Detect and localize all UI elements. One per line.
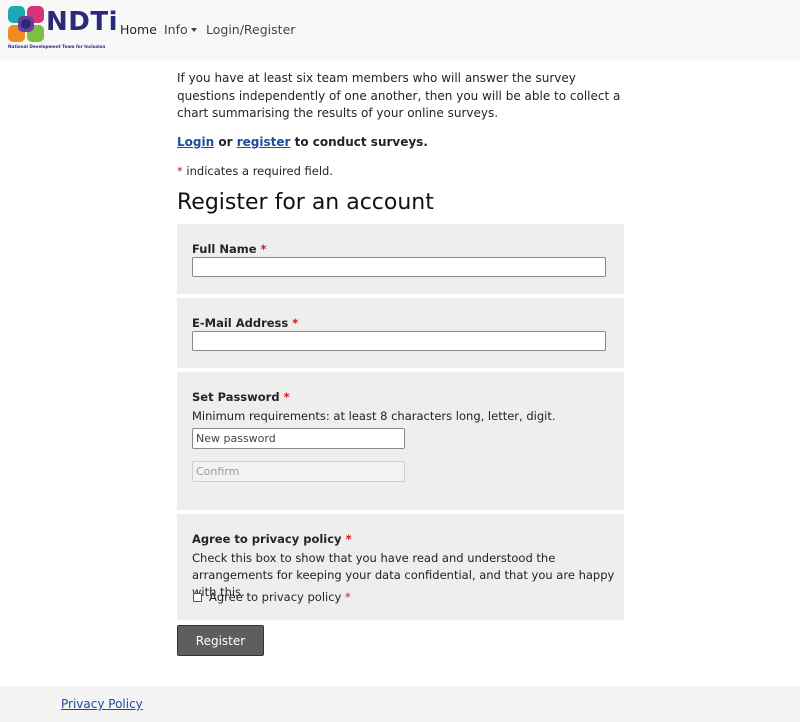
nav-info-dropdown[interactable]: Info (164, 22, 197, 37)
privacy-checkbox-label: Agree to privacy policy (209, 590, 342, 604)
nav-info-label: Info (164, 22, 188, 37)
logo-mark-icon (8, 6, 44, 42)
privacy-fieldset: Agree to privacy policy * Check this box… (177, 514, 624, 620)
login-link[interactable]: Login (177, 135, 214, 149)
caret-down-icon (190, 28, 197, 32)
full-name-required: * (260, 242, 267, 256)
privacy-label-text: Agree to privacy policy (192, 532, 342, 546)
password-fieldset: Set Password * Minimum requirements: at … (177, 372, 624, 510)
nav-login-register-link[interactable]: Login/Register (206, 22, 295, 37)
full-name-fieldset: Full Name * (177, 224, 624, 294)
full-name-input[interactable] (192, 257, 606, 277)
email-label: E-Mail Address * (192, 316, 298, 330)
new-password-input[interactable] (192, 428, 405, 449)
full-name-label-text: Full Name (192, 242, 257, 256)
register-link[interactable]: register (237, 135, 291, 149)
password-label-text: Set Password (192, 390, 280, 404)
email-input[interactable] (192, 331, 606, 351)
privacy-label: Agree to privacy policy * (192, 532, 352, 546)
required-note-text: indicates a required field. (186, 164, 333, 178)
email-label-text: E-Mail Address (192, 316, 289, 330)
auth-line: Login or register to conduct surveys. (177, 135, 428, 149)
required-asterisk: * (177, 164, 183, 178)
privacy-checkbox-required: * (345, 590, 351, 604)
password-help: Minimum requirements: at least 8 charact… (192, 409, 556, 423)
password-required: * (283, 390, 290, 404)
form-title: Register for an account (177, 190, 434, 215)
footer: Privacy Policy (0, 686, 800, 722)
or-text: or (218, 135, 233, 149)
logo-text: NDTi (46, 7, 118, 37)
logo-tagline: National Development Team for Inclusion (8, 44, 106, 49)
nav-home-link[interactable]: Home (120, 22, 157, 37)
email-fieldset: E-Mail Address * (177, 298, 624, 368)
navbar: NDTi National Development Team for Inclu… (0, 0, 800, 60)
ndti-logo[interactable]: NDTi National Development Team for Inclu… (8, 6, 118, 54)
privacy-policy-link[interactable]: Privacy Policy (61, 697, 143, 711)
required-note: * indicates a required field. (177, 164, 333, 178)
register-button[interactable]: Register (177, 625, 264, 656)
privacy-checkbox-row[interactable]: Agree to privacy policy * (192, 590, 351, 604)
intro-paragraph: If you have at least six team members wh… (177, 71, 621, 120)
email-required: * (292, 316, 299, 330)
confirm-password-input[interactable] (192, 461, 405, 482)
privacy-required: * (345, 532, 352, 546)
privacy-checkbox[interactable] (193, 592, 202, 602)
auth-suffix: to conduct surveys. (294, 135, 428, 149)
full-name-label: Full Name * (192, 242, 267, 256)
password-label: Set Password * (192, 390, 290, 404)
